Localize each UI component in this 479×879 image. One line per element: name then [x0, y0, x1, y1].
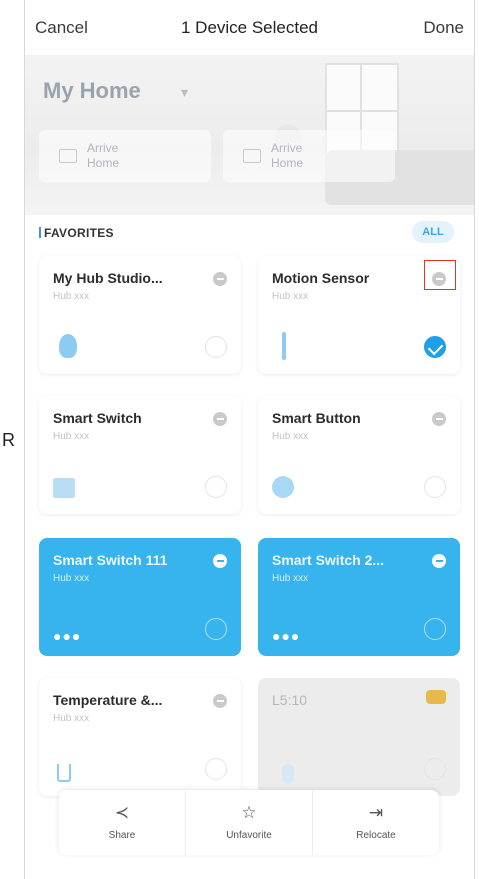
device-card[interactable]: Motion Sensor Hub xxx — [258, 256, 460, 374]
selection-title: 1 Device Selected — [180, 17, 319, 37]
unfavorite-icon: ☆ — [241, 803, 257, 822]
share-label: Share — [108, 830, 136, 841]
device-hub: Hub xxx — [272, 291, 309, 302]
home-mode-icon — [59, 149, 77, 163]
done-button[interactable]: Done — [423, 18, 464, 38]
device-hub: Hub xxx — [272, 573, 309, 584]
relocate-label: Relocate — [356, 830, 396, 841]
unfavorite-label: Unfavorite — [226, 830, 272, 841]
select-checkbox[interactable] — [424, 758, 446, 780]
device-name: Temperature &... — [53, 692, 163, 708]
select-checkbox[interactable] — [205, 336, 227, 358]
cancel-button[interactable]: Cancel — [35, 18, 88, 38]
device-card[interactable]: My Hub Studio... Hub xxx — [39, 256, 241, 374]
button-icon — [272, 476, 294, 498]
share-button[interactable]: ≺ Share — [59, 790, 186, 855]
mode-card-1[interactable]: Arrive Home — [39, 130, 211, 182]
stray-text: R — [2, 430, 15, 450]
favorites-heading: FAVORITES — [39, 226, 114, 240]
device-card-on[interactable]: Smart Switch 111 Hub xxx ●●● — [39, 538, 241, 656]
mode-card-2[interactable]: Arrive Home — [223, 130, 395, 182]
phone-screen: Cancel 1 Device Selected Done My Home ▾ … — [24, 0, 475, 879]
mode-label: Arrive Home — [271, 141, 304, 170]
device-card[interactable]: Temperature &... Hub xxx — [39, 678, 241, 796]
remove-icon[interactable] — [213, 272, 227, 286]
device-card[interactable]: Smart Button Hub xxx — [258, 396, 460, 514]
device-name: Smart Switch 111 — [53, 552, 168, 568]
home-title[interactable]: My Home — [43, 78, 141, 104]
all-button[interactable]: ALL — [412, 221, 454, 243]
remove-icon[interactable] — [213, 554, 227, 568]
dots-icon: ●●● — [272, 628, 301, 644]
action-bar: ≺ Share ☆ Unfavorite ⇥ Relocate — [59, 790, 439, 855]
share-icon: ≺ — [114, 803, 130, 822]
select-checkbox[interactable] — [424, 618, 446, 640]
remove-icon[interactable] — [213, 694, 227, 708]
home-mode-icon — [243, 149, 261, 163]
select-checkbox-checked[interactable] — [424, 336, 446, 358]
remove-icon[interactable] — [213, 412, 227, 426]
thermometer-icon — [57, 764, 71, 782]
remove-icon[interactable] — [432, 554, 446, 568]
device-name: My Hub Studio... — [53, 270, 163, 286]
motion-sensor-icon — [282, 332, 286, 360]
bulb-icon — [282, 764, 294, 784]
device-hub: Hub xxx — [53, 291, 90, 302]
highlight-box — [424, 260, 456, 290]
relocate-button[interactable]: ⇥ Relocate — [313, 790, 439, 855]
device-card-on[interactable]: Smart Switch 2... Hub xxx ●●● — [258, 538, 460, 656]
device-hub: Hub xxx — [53, 431, 90, 442]
device-name: Smart Button — [272, 410, 361, 426]
select-checkbox[interactable] — [205, 758, 227, 780]
relocate-icon: ⇥ — [368, 803, 384, 822]
select-checkbox[interactable] — [205, 618, 227, 640]
device-name: Motion Sensor — [272, 270, 370, 286]
dots-icon: ●●● — [53, 628, 82, 644]
device-card[interactable]: Smart Switch Hub xxx — [39, 396, 241, 514]
hub-icon — [59, 334, 77, 358]
mode-label: Arrive Home — [87, 141, 120, 170]
device-hub: Hub xxx — [272, 431, 309, 442]
unfavorite-button[interactable]: ☆ Unfavorite — [186, 790, 313, 855]
device-name: Smart Switch — [53, 410, 142, 426]
switch-icon — [53, 478, 75, 498]
device-name: L5:10 — [272, 692, 308, 708]
device-badge-icon — [426, 690, 446, 704]
device-card-disabled[interactable]: L5:10 — [258, 678, 460, 796]
chevron-down-icon[interactable]: ▾ — [181, 84, 188, 101]
remove-icon[interactable] — [432, 412, 446, 426]
select-checkbox[interactable] — [205, 476, 227, 498]
device-name: Smart Switch 2... — [272, 552, 385, 568]
select-checkbox[interactable] — [424, 476, 446, 498]
device-hub: Hub xxx — [53, 573, 90, 584]
device-hub: Hub xxx — [53, 713, 90, 724]
top-nav: Cancel 1 Device Selected Done — [25, 0, 474, 55]
